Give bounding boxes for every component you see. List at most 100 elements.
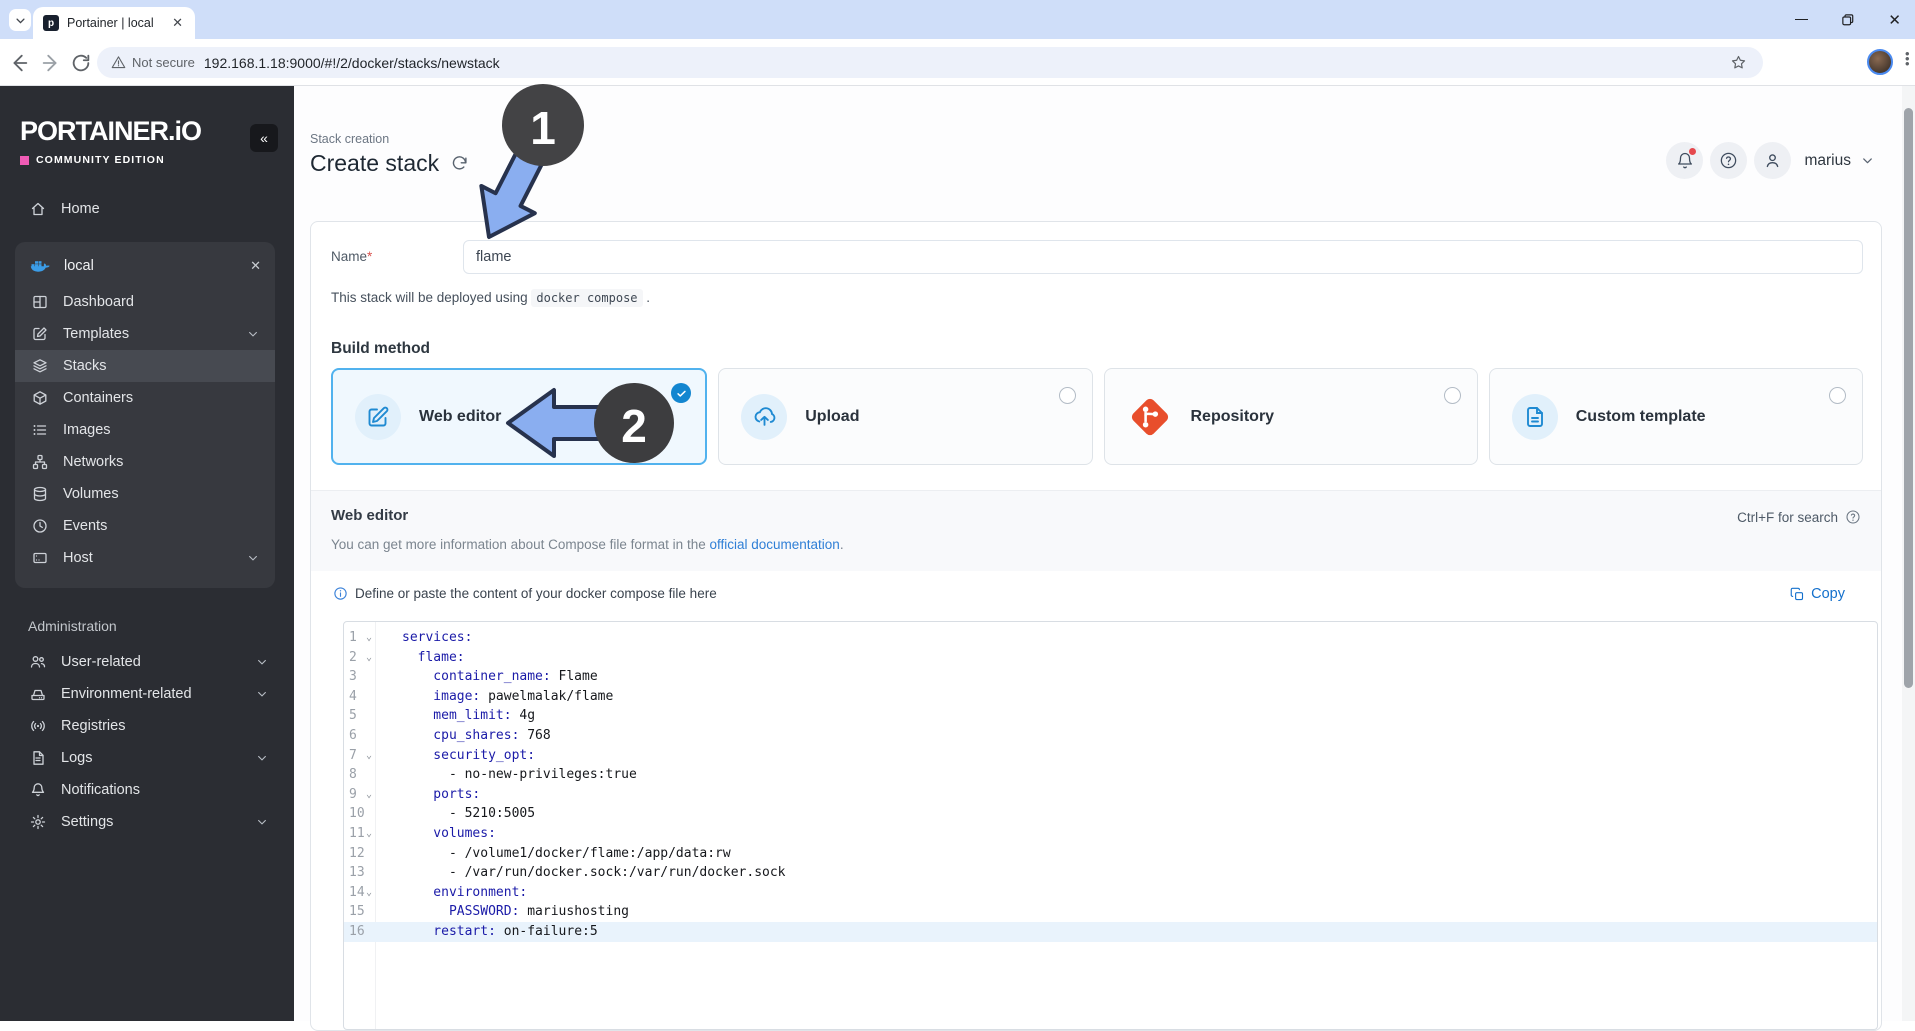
- fold-icon[interactable]: [362, 667, 376, 687]
- fold-icon[interactable]: ⌄: [362, 746, 376, 766]
- browser-tabstrip: p Portainer | local ✕ ✕: [0, 0, 1915, 39]
- restore-icon[interactable]: [1842, 14, 1854, 26]
- compose-code-editor[interactable]: 1 ⌄ services: 2 ⌄ flame: 3 container_nam…: [343, 621, 1878, 1030]
- tab-close-icon[interactable]: ✕: [168, 15, 187, 31]
- editor-lines: 1 ⌄ services: 2 ⌄ flame: 3 container_nam…: [344, 628, 1877, 942]
- not-secure-badge[interactable]: Not secure: [111, 55, 195, 70]
- url-text[interactable]: 192.168.1.18:9000/#!/2/docker/stacks/new…: [204, 55, 1721, 71]
- browser-profile-avatar[interactable]: [1867, 49, 1893, 75]
- sidebar-item-registries[interactable]: Registries: [0, 710, 294, 742]
- sidebar-item-volumes[interactable]: Volumes: [15, 478, 275, 510]
- code-line[interactable]: 10 - 5210:5005: [344, 804, 1877, 824]
- sidebar-item-settings[interactable]: Settings: [0, 806, 294, 838]
- code-line[interactable]: 2 ⌄ flame:: [344, 648, 1877, 668]
- line-number: 15: [344, 902, 362, 922]
- minimize-icon[interactable]: [1795, 19, 1808, 20]
- sidebar-item-stacks[interactable]: Stacks: [15, 350, 275, 382]
- radio-unselected-icon[interactable]: [1444, 387, 1461, 404]
- tab-search-button[interactable]: [9, 9, 31, 31]
- fold-icon[interactable]: ⌄: [362, 883, 376, 903]
- fold-icon[interactable]: ⌄: [362, 785, 376, 805]
- code-line[interactable]: 12 - /volume1/docker/flame:/app/data:rw: [344, 844, 1877, 864]
- environment-close-icon[interactable]: ✕: [250, 258, 261, 274]
- sidebar-item-logs[interactable]: Logs: [0, 742, 294, 774]
- search-hint: Ctrl+F for search: [1737, 509, 1861, 525]
- environment-header[interactable]: local ✕: [15, 248, 275, 286]
- code-line[interactable]: 16 restart: on-failure:5: [344, 922, 1877, 942]
- fold-icon[interactable]: [362, 706, 376, 726]
- administration-heading: Administration: [28, 618, 294, 634]
- url-bar[interactable]: Not secure 192.168.1.18:9000/#!/2/docker…: [97, 47, 1763, 78]
- code-line[interactable]: 5 mem_limit: 4g: [344, 706, 1877, 726]
- sidebar-item-notifications[interactable]: Notifications: [0, 774, 294, 806]
- copy-button[interactable]: Copy: [1790, 586, 1845, 602]
- edit-square-icon: [366, 405, 390, 429]
- name-field-row: Name*: [331, 240, 1863, 274]
- notifications-button[interactable]: [1666, 142, 1703, 179]
- fold-icon[interactable]: [362, 902, 376, 922]
- web-editor-title: Web editor: [331, 507, 408, 524]
- official-documentation-link[interactable]: official documentation: [709, 537, 839, 552]
- fold-icon[interactable]: [362, 922, 376, 942]
- scrollbar-thumb[interactable]: [1904, 108, 1913, 688]
- fold-icon[interactable]: ⌄: [362, 824, 376, 844]
- fold-icon[interactable]: [362, 765, 376, 785]
- code-line[interactable]: 3 container_name: Flame: [344, 667, 1877, 687]
- browser-menu-icon[interactable]: •••: [1905, 51, 1909, 66]
- sidebar-item-user-related[interactable]: User-related: [0, 646, 294, 678]
- radio-unselected-icon[interactable]: [1059, 387, 1076, 404]
- forward-icon[interactable]: [40, 52, 62, 74]
- sidebar-item-host[interactable]: Host: [15, 542, 275, 574]
- stack-name-input[interactable]: [463, 240, 1863, 274]
- username[interactable]: marius: [1804, 152, 1851, 170]
- sidebar-item-dashboard[interactable]: Dashboard: [15, 286, 275, 318]
- fold-icon[interactable]: [362, 804, 376, 824]
- help-button[interactable]: [1710, 142, 1747, 179]
- sidebar-item-templates[interactable]: Templates: [15, 318, 275, 350]
- bookmark-star-icon[interactable]: [1730, 54, 1747, 71]
- code-line[interactable]: 11 ⌄ volumes:: [344, 824, 1877, 844]
- build-option-repository[interactable]: Repository: [1104, 368, 1478, 465]
- code-line[interactable]: 15 PASSWORD: mariushosting: [344, 902, 1877, 922]
- sidebar-item-networks[interactable]: Networks: [15, 446, 275, 478]
- sidebar-item-environment-related[interactable]: Environment-related: [0, 678, 294, 710]
- code-text: mem_limit: 4g: [376, 706, 535, 726]
- chevron-down-icon[interactable]: [1860, 153, 1875, 168]
- reload-icon[interactable]: [70, 52, 92, 74]
- close-icon[interactable]: ✕: [1888, 11, 1901, 29]
- user-menu-button[interactable]: [1754, 142, 1791, 179]
- browser-tab[interactable]: p Portainer | local ✕: [33, 7, 195, 39]
- sidebar-item-home[interactable]: Home: [0, 192, 294, 226]
- browser-toolbar: Not secure 192.168.1.18:9000/#!/2/docker…: [0, 39, 1915, 86]
- code-line[interactable]: 6 cpu_shares: 768: [344, 726, 1877, 746]
- radio-unselected-icon[interactable]: [1829, 387, 1846, 404]
- box-icon: [32, 390, 48, 406]
- code-line[interactable]: 13 - /var/run/docker.sock:/var/run/docke…: [344, 863, 1877, 883]
- code-line[interactable]: 9 ⌄ ports:: [344, 785, 1877, 805]
- fold-icon[interactable]: [362, 863, 376, 883]
- build-option-web-editor[interactable]: Web editor: [331, 368, 707, 465]
- fold-icon[interactable]: [362, 844, 376, 864]
- sidebar-item-images[interactable]: Images: [15, 414, 275, 446]
- build-option-custom-template[interactable]: Custom template: [1489, 368, 1863, 465]
- fold-icon[interactable]: [362, 687, 376, 707]
- code-line[interactable]: 7 ⌄ security_opt:: [344, 746, 1877, 766]
- sidebar-item-events[interactable]: Events: [15, 510, 275, 542]
- help-circle-icon[interactable]: [1845, 509, 1861, 525]
- fold-icon[interactable]: [362, 726, 376, 746]
- code-line[interactable]: 4 image: pawelmalak/flame: [344, 687, 1877, 707]
- fold-icon[interactable]: ⌄: [362, 648, 376, 668]
- code-line[interactable]: 8 - no-new-privileges:true: [344, 765, 1877, 785]
- sidebar-item-containers[interactable]: Containers: [15, 382, 275, 414]
- build-option-upload[interactable]: Upload: [718, 368, 1092, 465]
- refresh-icon[interactable]: [451, 155, 468, 172]
- code-line[interactable]: 1 ⌄ services:: [344, 628, 1877, 648]
- portainer-favicon-icon: p: [43, 15, 59, 31]
- code-line[interactable]: 14 ⌄ environment:: [344, 883, 1877, 903]
- bell-icon: [30, 782, 46, 798]
- sidebar-collapse-button[interactable]: «: [250, 124, 278, 152]
- page-scrollbar[interactable]: [1902, 86, 1915, 1021]
- back-icon[interactable]: [8, 52, 30, 74]
- line-number: 5: [344, 706, 362, 726]
- fold-icon[interactable]: ⌄: [362, 628, 376, 648]
